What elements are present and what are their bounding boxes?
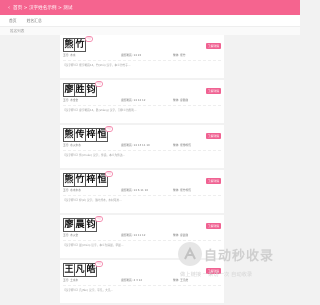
name-characters: 廖晨钧 (63, 218, 97, 232)
detail-button[interactable]: 了解详情 (205, 88, 221, 94)
name-character: 廖 (63, 218, 74, 232)
name-meta: 五行: 木水 康熙笔画: 14 22 繁体: 熊竹 (63, 53, 221, 57)
name-meta: 五行: 木金金 康熙笔画: 14 12 12 繁体: 廖勝鈞 (63, 98, 221, 102)
meta-c2: 康熙笔画: 14 11 12 (121, 233, 146, 237)
subnav-item-names[interactable]: 姓名汇总 (27, 18, 42, 24)
name-description: 【汉字释义】梓(zǐ) 汉字，落叶乔木，木材可用... (63, 195, 221, 208)
meta-c3: 繁体: 廖勝鈞 (173, 98, 189, 102)
name-character: 竹 (74, 173, 85, 187)
name-characters: 王凡皓 (63, 263, 97, 277)
name-character: 竹 (74, 38, 86, 52)
score-badge: 3分 (95, 216, 104, 222)
meta-c3: 繁体: 熊竹 (173, 53, 186, 57)
name-card[interactable]: 廖胜钧 3分了解详情五行: 木金金 康熙笔画: 14 12 12 繁体: 廖勝鈞【汉字… (60, 80, 224, 123)
back-arrow-icon[interactable]: ‹ (8, 5, 10, 11)
detail-button[interactable]: 了解详情 (205, 223, 221, 229)
meta-c3: 繁体: 熊竹梓恆 (173, 188, 191, 192)
name-character: 胜 (74, 83, 85, 97)
name-characters: 廖胜钧 (63, 83, 97, 97)
top-bar: ‹ 首页 > 汉字姓名示例 > 测试 (0, 0, 300, 15)
score-badge: 3分 (95, 81, 104, 87)
name-characters: 熊竹 (63, 38, 86, 52)
name-meta: 五行: 水火木水 康熙笔画: 14 13 11 10 繁体: 熊傳梓恆 (63, 143, 221, 147)
name-character: 熊 (63, 173, 74, 187)
meta-c3: 繁体: 熊傳梓恆 (173, 143, 191, 147)
score-badge: 3分 (105, 171, 114, 177)
meta-c1: 五行: 木火金 (63, 233, 79, 237)
meta-c1: 五行: 土水木 (63, 278, 79, 282)
name-card[interactable]: 熊竹梓恒 3分了解详情五行: 水木木水 康熙笔画: 14 6 11 10 繁体: 熊竹… (60, 170, 224, 213)
name-character: 熊 (63, 128, 74, 142)
score-badge: 3分 (95, 261, 104, 267)
meta-c1: 五行: 水火木水 (63, 143, 81, 147)
watermark: 自动秒收录 做上链接 一来访一次 自动收录 (168, 240, 300, 282)
detail-button[interactable]: 了解详情 (205, 178, 221, 184)
meta-c2: 康熙笔画: 14 22 (121, 53, 142, 57)
meta-c2: 康熙笔画: 14 12 12 (121, 98, 146, 102)
name-character: 熊 (63, 38, 74, 52)
score-badge: 3分 (105, 126, 114, 132)
breadcrumb: 姓名列表 (0, 27, 300, 35)
meta-c2: 康熙笔画: 14 6 11 10 (121, 188, 149, 192)
meta-c2: 康熙笔画: 14 13 11 10 (121, 143, 150, 147)
name-meta: 五行: 木火金 康熙笔画: 14 11 12 繁体: 廖晨鈞 (63, 233, 221, 237)
detail-button[interactable]: 了解详情 (205, 133, 221, 139)
sub-nav: 首页 姓名汇总 (0, 15, 300, 27)
name-meta: 五行: 水木木水 康熙笔画: 14 6 11 10 繁体: 熊竹梓恆 (63, 188, 221, 192)
watermark-title: 自动秒收录 (204, 249, 275, 264)
breadcrumb-label: 姓名列表 (10, 28, 25, 33)
name-description: 【汉字释义】熊字笔画14，竹(zhú) 汉字，本义为竹子... (63, 60, 221, 73)
subnav-item-home[interactable]: 首页 (9, 18, 17, 24)
name-characters: 熊竹梓恒 (63, 173, 108, 187)
name-card[interactable]: 熊传梓恒 3分了解详情五行: 水火木水 康熙笔画: 14 13 11 10 繁体: 熊… (60, 125, 224, 168)
detail-button[interactable]: 了解详情 (205, 43, 221, 49)
name-description: 【汉字释义】廖字笔画14，胜(shèng) 汉字，引申义为胜利... (63, 105, 221, 118)
name-description: 【汉字释义】凡(fán) 汉字，平凡，大凡... (63, 285, 221, 298)
name-character: 梓 (85, 173, 96, 187)
name-card[interactable]: 熊竹 3分了解详情五行: 木水 康熙笔画: 14 22 繁体: 熊竹【汉字释义】熊字笔… (60, 35, 224, 78)
name-character: 凡 (74, 263, 85, 277)
score-badge: 3分 (85, 36, 94, 42)
name-character: 梓 (85, 128, 96, 142)
meta-c1: 五行: 木金金 (63, 98, 79, 102)
name-character: 廖 (63, 83, 74, 97)
name-character: 晨 (74, 218, 85, 232)
meta-c3: 繁体: 廖晨鈞 (173, 233, 189, 237)
name-description: 【汉字释义】传(chuán) 汉字，传递，本义为传达... (63, 150, 221, 163)
watermark-subtitle: 做上链接 一来访一次 自动收录 (180, 272, 253, 278)
name-characters: 熊传梓恒 (63, 128, 108, 142)
meta-c1: 五行: 木水 (63, 53, 76, 57)
meta-c1: 五行: 水木木水 (63, 188, 81, 192)
meta-c2: 康熙笔画: 4 3 12 (121, 278, 143, 282)
name-character: 传 (74, 128, 85, 142)
watermark-logo-icon (178, 242, 202, 266)
name-character: 王 (63, 263, 74, 277)
page-title: 首页 > 汉字姓名示例 > 测试 (13, 5, 73, 11)
